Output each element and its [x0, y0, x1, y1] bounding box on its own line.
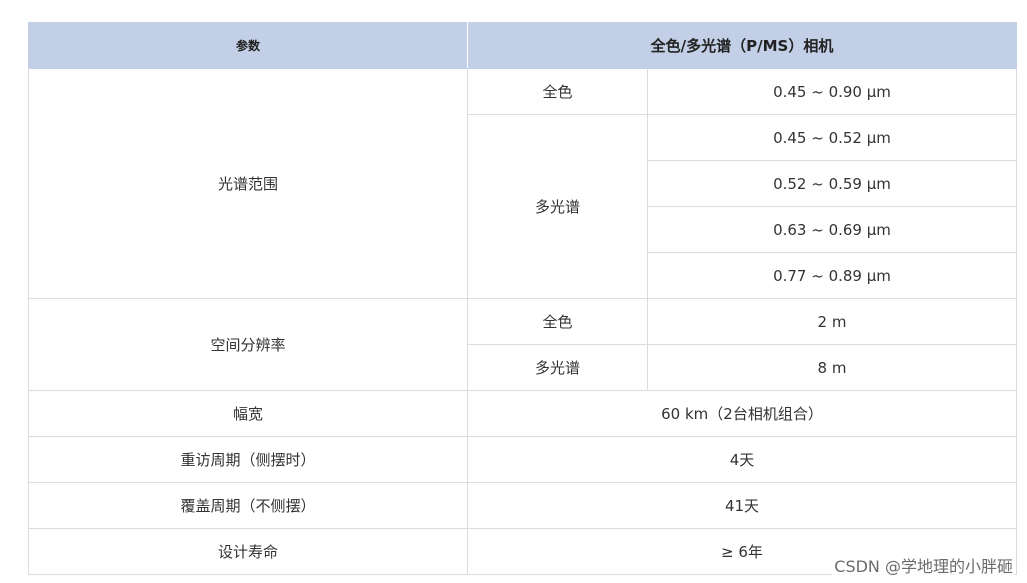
spectral-ms-value: 0.63 ~ 0.69 μm [647, 206, 1017, 253]
lifetime-label: 设计寿命 [28, 528, 468, 575]
header-camera: 全色/多光谱（P/MS）相机 [467, 22, 1017, 69]
swath-value: 60 km（2台相机组合） [467, 390, 1017, 437]
spectral-ms-label: 多光谱 [467, 114, 648, 299]
spectral-ms-value: 0.77 ~ 0.89 μm [647, 252, 1017, 299]
spec-table: 参数 全色/多光谱（P/MS）相机 光谱范围 全色 0.45 ~ 0.90 μm… [28, 22, 1017, 575]
resolution-pan-label: 全色 [467, 298, 648, 345]
spectral-ms-value: 0.52 ~ 0.59 μm [647, 160, 1017, 207]
spectral-ms-value: 0.45 ~ 0.52 μm [647, 114, 1017, 161]
coverage-value: 41天 [467, 482, 1017, 529]
table-row: 幅宽 60 km（2台相机组合） [28, 390, 1017, 437]
spectral-pan-label: 全色 [467, 68, 648, 115]
header-row: 参数 全色/多光谱（P/MS）相机 [28, 22, 1017, 69]
spectral-range-label: 光谱范围 [28, 68, 468, 299]
swath-label: 幅宽 [28, 390, 468, 437]
header-param: 参数 [28, 22, 468, 69]
table-row: 重访周期（侧摆时） 4天 [28, 436, 1017, 483]
table-row: 空间分辨率 全色 2 m [28, 298, 1017, 391]
watermark: CSDN @学地理的小胖砸 [832, 553, 1015, 577]
resolution-ms-label: 多光谱 [467, 344, 648, 391]
revisit-label: 重访周期（侧摆时） [28, 436, 468, 483]
resolution-ms-value: 8 m [647, 344, 1017, 391]
spectral-pan-value: 0.45 ~ 0.90 μm [647, 68, 1017, 115]
table-row: 光谱范围 全色 0.45 ~ 0.90 μm [28, 68, 1017, 299]
resolution-pan-value: 2 m [647, 298, 1017, 345]
table-row: 覆盖周期（不侧摆） 41天 [28, 482, 1017, 529]
resolution-label: 空间分辨率 [28, 298, 468, 391]
coverage-label: 覆盖周期（不侧摆） [28, 482, 468, 529]
revisit-value: 4天 [467, 436, 1017, 483]
